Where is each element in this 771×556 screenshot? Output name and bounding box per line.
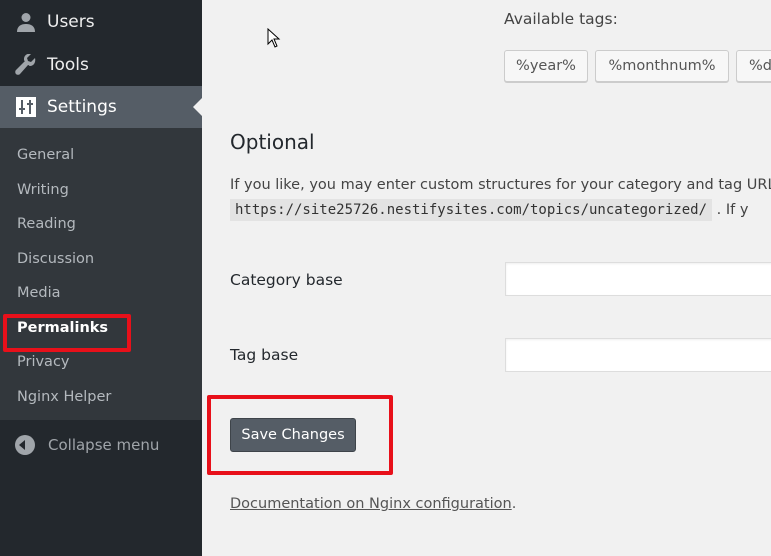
category-base-label: Category base [230,271,343,289]
category-base-input[interactable] [505,262,771,296]
submenu-discussion[interactable]: Discussion [17,251,94,267]
menu-label: Tools [47,55,89,75]
collapse-menu-button[interactable]: Collapse menu [0,430,159,460]
wrench-icon [14,53,38,77]
example-suffix: . If y [716,202,749,218]
example-url: https://site25726.nestifysites.com/topic… [230,199,713,221]
tag-button-year[interactable]: %year% [504,50,588,82]
collapse-label: Collapse menu [48,436,160,454]
available-tags-label: Available tags: [504,10,618,28]
highlight-box-permalinks [3,314,131,352]
optional-heading: Optional [230,130,315,154]
doc-suffix: . [511,496,517,512]
collapse-arrow-icon [15,435,35,455]
tag-button-monthnum[interactable]: %monthnum% [595,50,729,82]
submenu-general[interactable]: General [17,147,74,163]
tag-button-day[interactable]: %day% [736,50,771,82]
users-icon [14,10,38,34]
nginx-doc-link[interactable]: Documentation on Nginx configuration [230,496,512,512]
menu-item-settings[interactable]: Settings [0,86,202,128]
admin-sidebar: Users Tools Settings General Writing Rea… [0,0,202,556]
submenu-media[interactable]: Media [17,285,61,301]
tag-base-label: Tag base [230,346,299,364]
example-url-line: https://site25726.nestifysites.com/topic… [230,199,749,221]
mouse-cursor-icon [267,28,281,48]
highlight-box-save [207,395,393,475]
menu-item-tools[interactable]: Tools [0,44,202,86]
settings-sliders-icon [14,95,38,119]
submenu-writing[interactable]: Writing [17,182,69,198]
submenu-reading[interactable]: Reading [17,216,76,232]
tag-base-input[interactable] [505,338,771,372]
menu-label: Users [47,12,95,32]
submenu-nginx-helper[interactable]: Nginx Helper [17,389,111,405]
menu-item-users[interactable]: Users [0,1,202,43]
menu-label: Settings [47,97,117,117]
submenu-privacy[interactable]: Privacy [17,354,70,370]
settings-submenu: General Writing Reading Discussion Media… [0,128,202,420]
documentation-line: Documentation on Nginx configuration. [230,496,516,512]
optional-description: If you like, you may enter custom struct… [230,177,771,193]
